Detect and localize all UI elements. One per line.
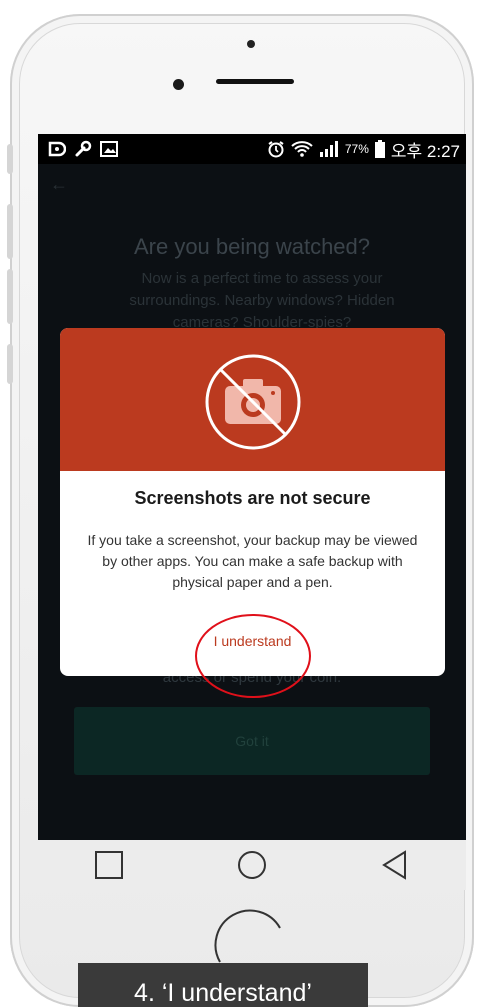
highlight-circle [195,614,311,698]
mute-switch [7,144,13,174]
signal-icon [319,141,339,157]
dialog-message: If you take a screenshot, your backup ma… [87,532,418,590]
background-description: Now is a perfect time to assess your sur… [129,270,395,331]
battery-icon [374,140,385,158]
earpiece-speaker [216,79,294,84]
side-button [7,344,13,384]
volume-down-button [7,269,13,324]
status-time: 오후 2:27 [390,141,460,161]
status-bar: 77% 오후 2:27 [38,134,466,164]
volume-up-button [7,204,13,259]
wifi-icon [291,141,313,157]
phone-screen: 77% 오후 2:27 ← Are you being watched? Now… [38,134,466,890]
home-icon[interactable] [232,845,272,885]
got-it-button[interactable]: Got it [74,707,430,775]
alarm-icon [267,140,285,158]
back-arrow-icon[interactable]: ← [50,174,68,195]
wrench-icon [74,140,92,158]
app-icon [48,141,66,157]
proximity-sensor [247,40,255,48]
battery-percent: 77% [344,142,369,156]
back-icon[interactable] [375,845,415,885]
dialog-header [60,328,445,471]
nav-bar [38,840,466,890]
recent-apps-icon[interactable] [89,845,129,885]
step-caption: 4. ‘I understand’ [78,963,368,1007]
front-camera [173,79,184,90]
dialog-title: Screenshots are not secure [134,488,371,508]
background-title: Are you being watched? [133,234,371,259]
no-camera-icon [205,354,301,450]
image-icon [100,141,118,157]
